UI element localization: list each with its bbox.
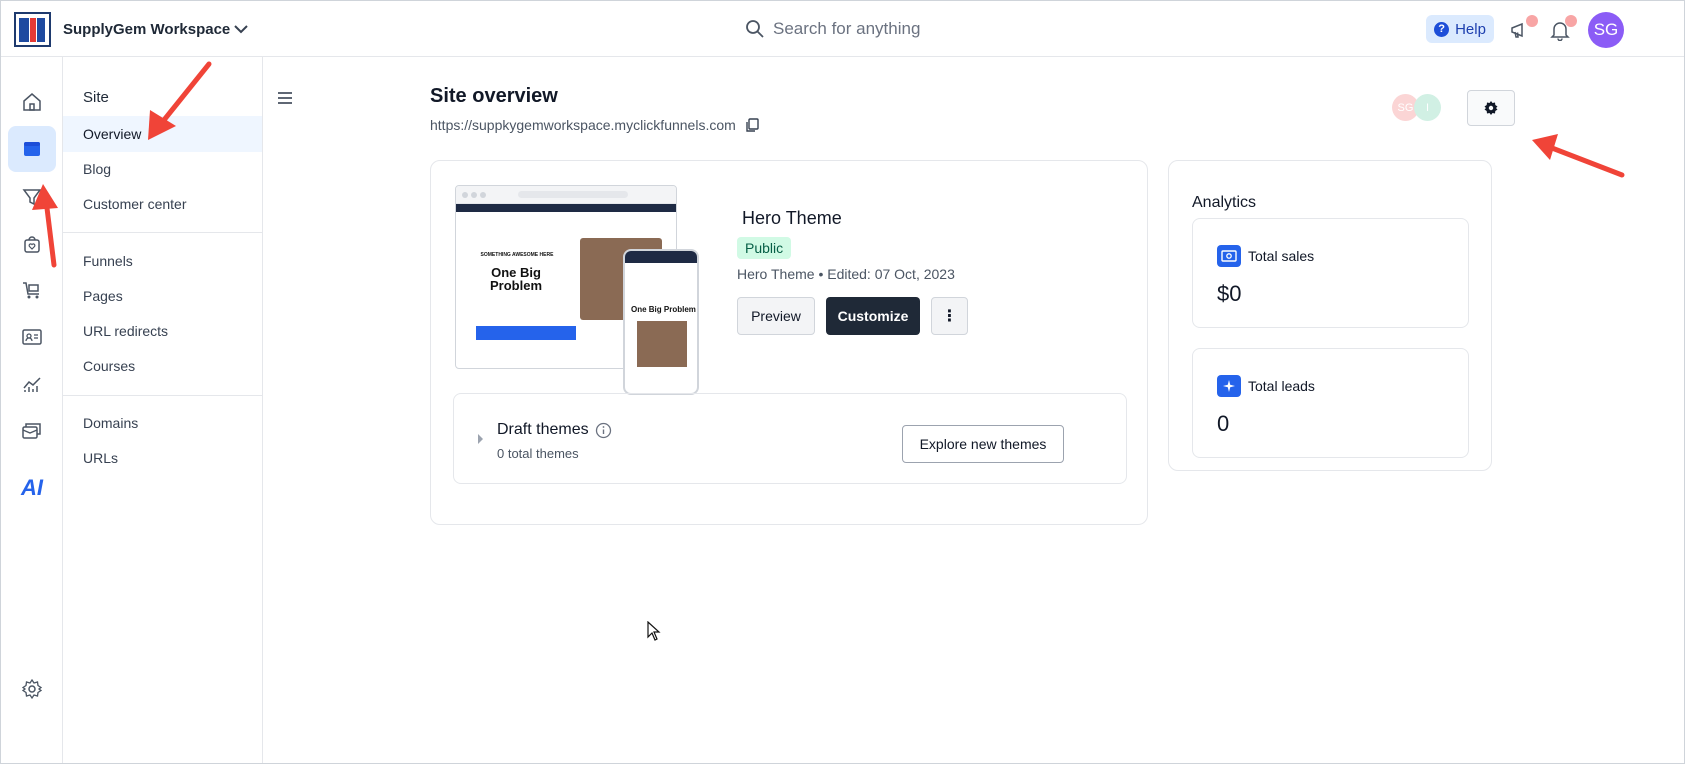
- page-title: Site overview: [430, 85, 558, 107]
- hamburger-menu-icon[interactable]: [277, 91, 293, 105]
- workspace-name[interactable]: SupplyGem Workspace: [63, 21, 230, 38]
- rail-store[interactable]: [8, 221, 56, 267]
- info-icon[interactable]: [595, 422, 612, 439]
- theme-preview-image[interactable]: SOMETHING AWESOME HERE One Big Problem O…: [455, 185, 700, 395]
- site-icon: [24, 142, 40, 156]
- nav-item-customer-center[interactable]: Customer center: [63, 186, 262, 222]
- site-settings-button[interactable]: [1467, 90, 1515, 126]
- nav-item-urls[interactable]: URLs: [63, 440, 262, 476]
- search-placeholder: Search for anything: [773, 19, 921, 38]
- total-leads-label: Total leads: [1248, 378, 1315, 394]
- rail-ai[interactable]: AI: [8, 465, 56, 511]
- help-label: Help: [1455, 20, 1486, 38]
- analytics-icon: [23, 377, 41, 392]
- nav-item-url-redirects[interactable]: URL redirects: [63, 313, 262, 349]
- mouse-cursor-icon: [647, 621, 661, 641]
- draft-title: Draft themes: [497, 421, 589, 438]
- expand-caret-icon[interactable]: [478, 434, 483, 444]
- rail-orders[interactable]: [8, 267, 56, 313]
- nav-item-pages[interactable]: Pages: [63, 278, 262, 314]
- home-icon: [23, 93, 41, 111]
- rail-funnels[interactable]: [8, 174, 56, 220]
- ai-icon: AI: [21, 475, 43, 500]
- rail-analytics[interactable]: [8, 361, 56, 407]
- draft-count: 0 total themes: [497, 446, 579, 461]
- thumb-kicker: SOMETHING AWESOME HERE: [480, 252, 554, 258]
- customize-button[interactable]: Customize: [826, 297, 920, 335]
- search-icon: [746, 20, 764, 38]
- site-url-text[interactable]: https://suppkygemworkspace.myclickfunnel…: [430, 117, 736, 133]
- store-icon: [24, 236, 40, 253]
- total-sales-label: Total sales: [1248, 248, 1315, 264]
- contacts-icon: [22, 329, 42, 345]
- total-sales-tile[interactable]: Total sales $0: [1192, 218, 1469, 328]
- user-avatar[interactable]: SG: [1588, 12, 1624, 48]
- money-icon: [1217, 245, 1241, 267]
- rail-home[interactable]: [8, 79, 56, 125]
- rail-workflows[interactable]: [8, 408, 56, 454]
- sparkle-icon: [1217, 375, 1241, 397]
- site-sub-navigation: Site Overview Blog Customer center Funne…: [63, 57, 263, 763]
- thumb-mobile-headline: One Big Problem: [631, 305, 696, 314]
- nav-item-overview[interactable]: Overview: [63, 116, 262, 152]
- chevron-down-icon[interactable]: [231, 19, 251, 39]
- total-leads-value: 0: [1217, 411, 1230, 436]
- draft-themes-panel: Draft themes 0 total themes Explore new …: [453, 393, 1127, 484]
- explore-themes-button[interactable]: Explore new themes: [902, 425, 1064, 463]
- draft-title-row: Draft themes: [497, 421, 612, 439]
- funnel-icon: [22, 189, 42, 206]
- gear-icon: [1484, 101, 1498, 115]
- theme-card: SOMETHING AWESOME HERE One Big Problem O…: [430, 160, 1148, 525]
- question-icon: ?: [1434, 21, 1450, 37]
- main-content: Site overview https://suppkygemworkspace…: [263, 57, 1684, 763]
- status-badge: Public: [737, 237, 792, 259]
- notification-dot: [1526, 15, 1538, 27]
- workflow-icon: [22, 423, 41, 439]
- clickfunnels-logo-icon[interactable]: [14, 12, 51, 47]
- theme-meta: Hero Theme • Edited: 07 Oct, 2023: [737, 266, 955, 282]
- nav-divider: [63, 232, 262, 233]
- nav-heading-site: Site: [83, 89, 109, 106]
- copy-icon[interactable]: [744, 117, 760, 133]
- total-leads-tile[interactable]: Total leads 0: [1192, 348, 1469, 458]
- more-options-button[interactable]: ⋮: [931, 297, 968, 335]
- settings-icon: [21, 678, 43, 700]
- nav-item-funnels[interactable]: Funnels: [63, 243, 262, 279]
- collaborator-avatar[interactable]: I: [1414, 94, 1441, 121]
- thumb-headline: One Big Problem: [489, 265, 542, 293]
- nav-divider: [63, 395, 262, 396]
- notification-dot: [1565, 15, 1577, 27]
- site-url: https://suppkygemworkspace.myclickfunnel…: [430, 117, 760, 133]
- analytics-title: Analytics: [1192, 194, 1257, 211]
- help-button[interactable]: ? Help: [1426, 15, 1494, 43]
- analytics-card: Analytics Total sales $0 Total leads 0: [1168, 160, 1492, 471]
- mobile-preview: One Big Problem: [623, 249, 699, 395]
- nav-item-blog[interactable]: Blog: [63, 151, 262, 187]
- total-sales-value: $0: [1217, 281, 1242, 306]
- nav-item-courses[interactable]: Courses: [63, 348, 262, 384]
- top-bar: SupplyGem Workspace Search for anything …: [1, 1, 1684, 57]
- search-bar[interactable]: Search for anything: [745, 16, 945, 42]
- cart-icon: [23, 282, 39, 299]
- theme-name: Hero Theme: [742, 208, 842, 228]
- rail-settings[interactable]: [8, 666, 56, 712]
- icon-rail: AI: [1, 57, 63, 763]
- rail-site[interactable]: [8, 126, 56, 172]
- preview-button[interactable]: Preview: [737, 297, 815, 335]
- rail-contacts[interactable]: [8, 314, 56, 360]
- nav-item-domains[interactable]: Domains: [63, 405, 262, 441]
